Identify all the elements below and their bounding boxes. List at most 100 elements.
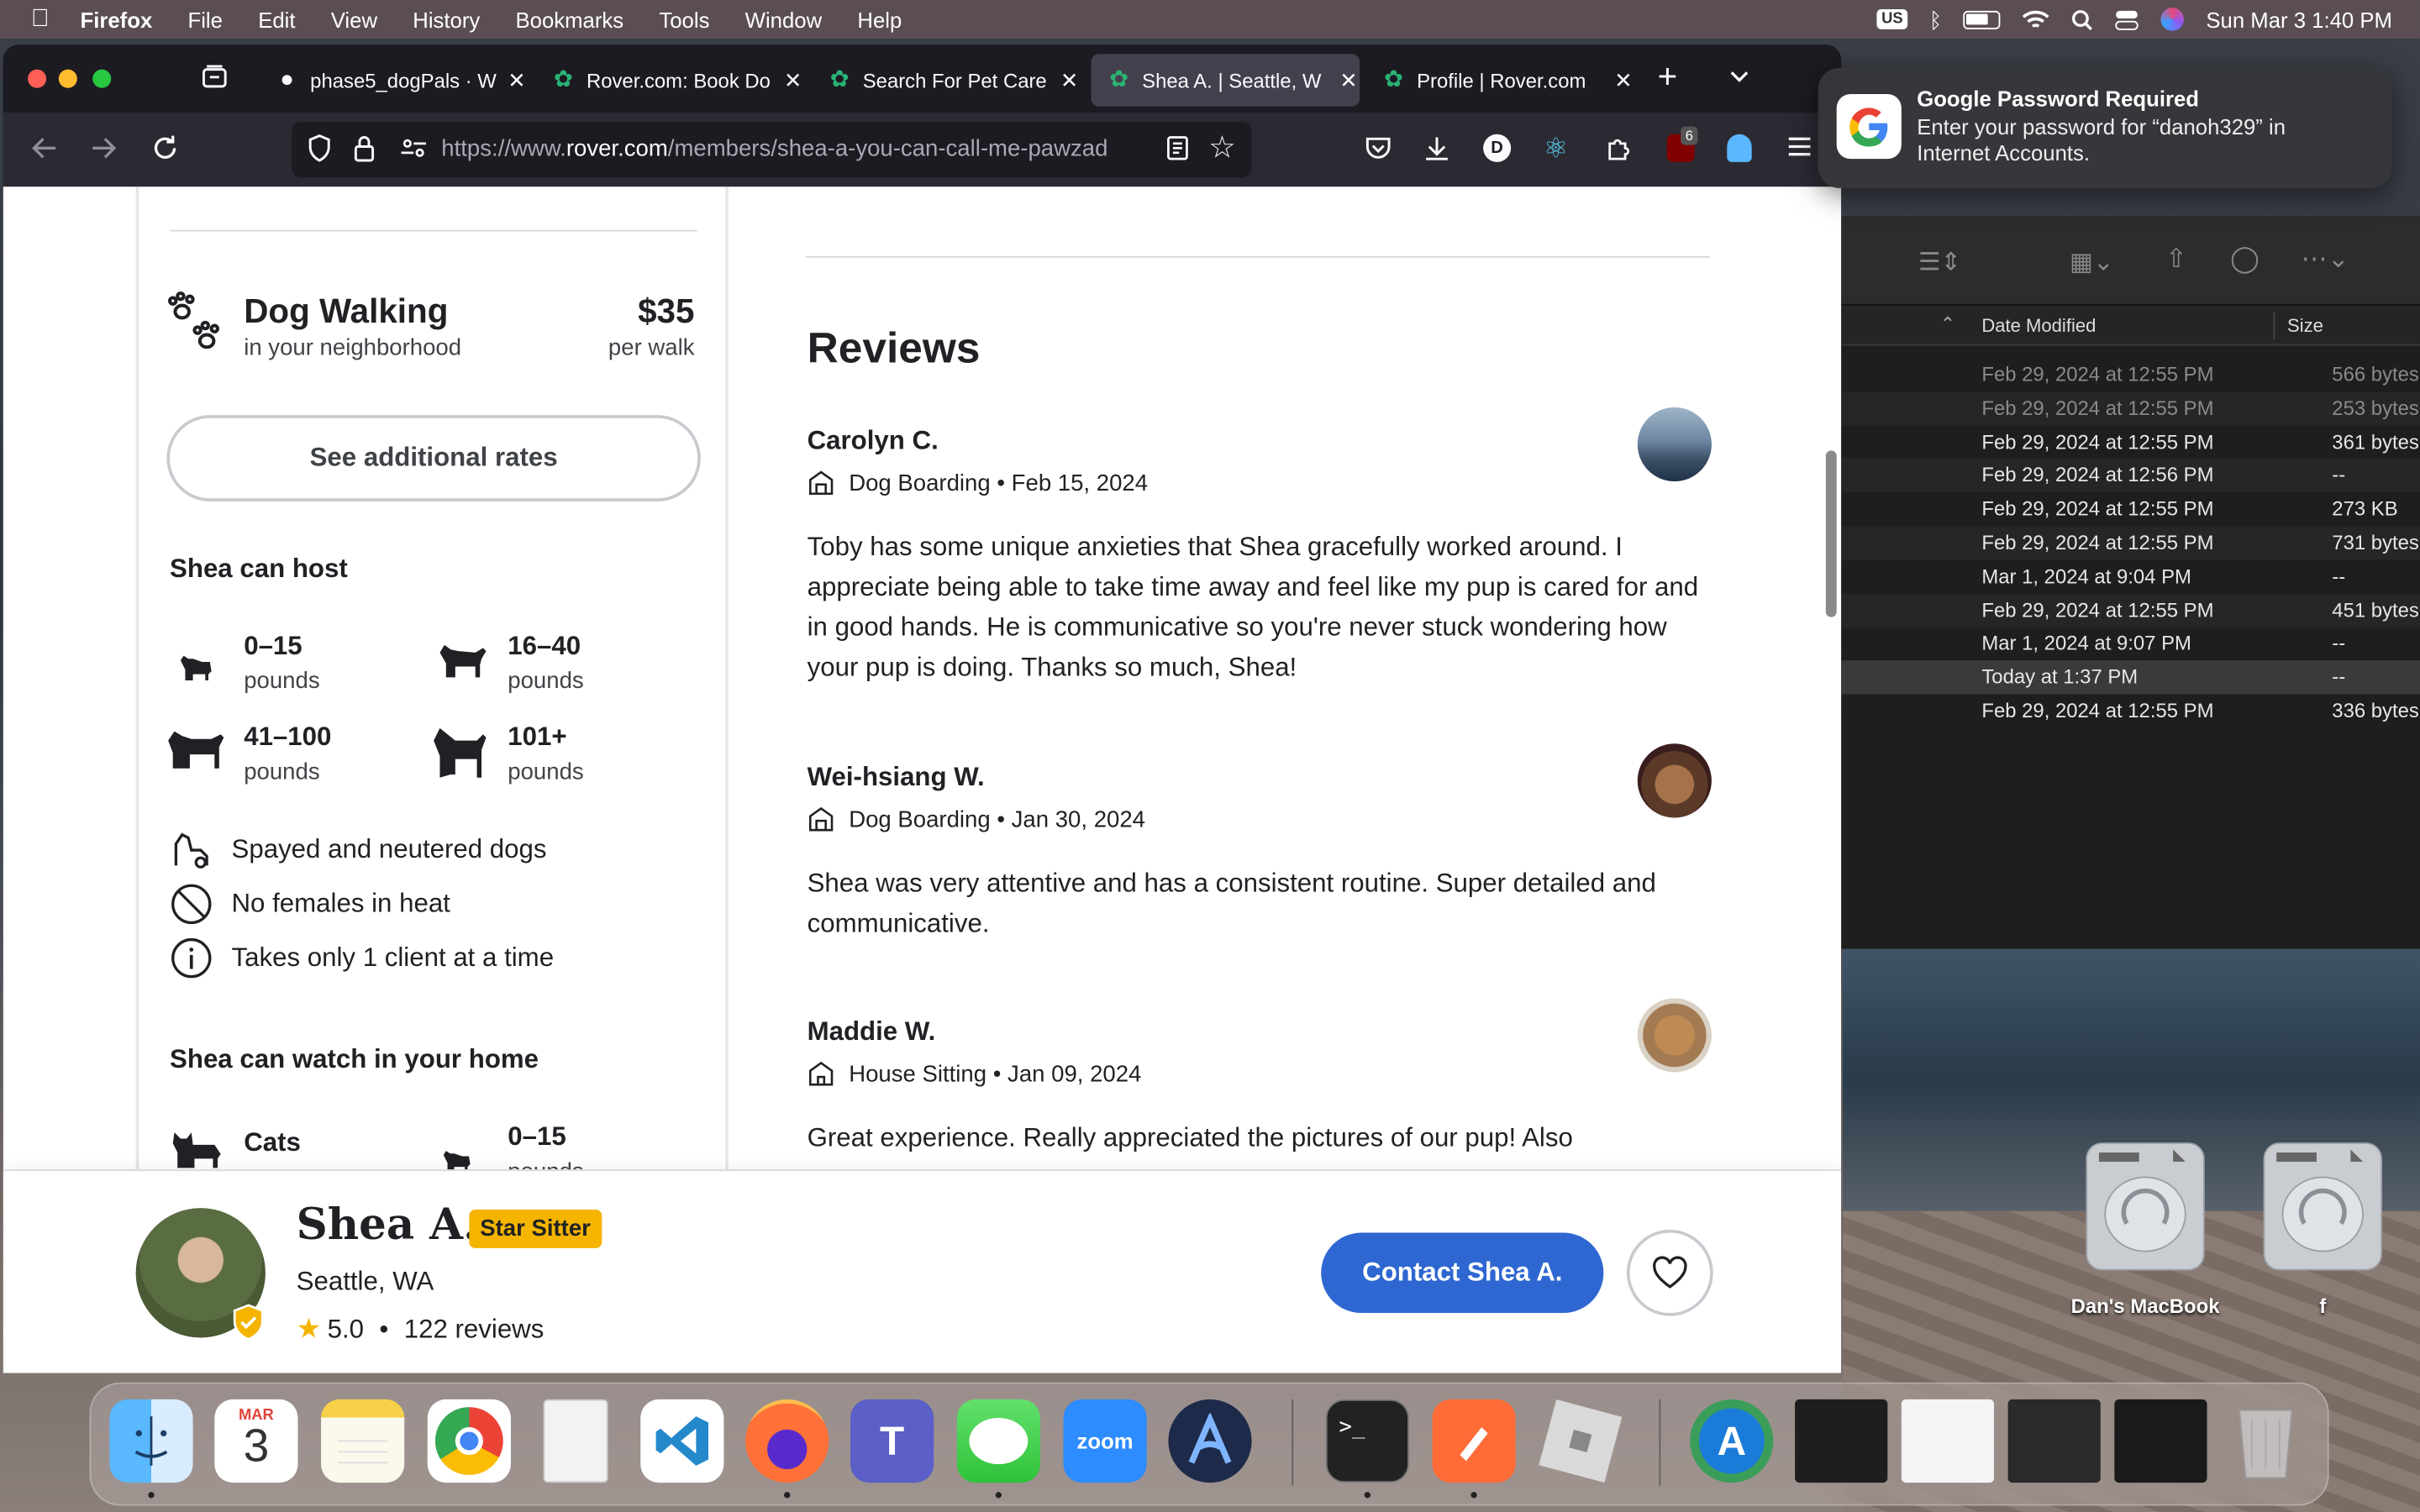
ghost-extension-icon[interactable] (1727, 134, 1752, 162)
siri-icon[interactable] (2161, 8, 2185, 31)
column-date-modified[interactable]: Date Modified (1981, 315, 2096, 337)
window-minimize-button[interactable] (58, 69, 77, 88)
url-bar[interactable]: https://www.rover.com/members/shea-a-you… (292, 122, 1252, 178)
disk-icon-f[interactable] (2258, 1137, 2387, 1276)
dock-calendar[interactable]: MAR 3 (214, 1399, 298, 1483)
downloads-icon[interactable] (1423, 134, 1450, 162)
tab-rover-book[interactable]: ✿ Rover.com: Book Do ✕ (535, 54, 807, 106)
reviewer-avatar[interactable] (1637, 407, 1712, 482)
group-icon[interactable]: ▦⌄ (2070, 247, 2113, 278)
wifi-icon[interactable] (2023, 8, 2050, 30)
menu-tools[interactable]: Tools (659, 7, 709, 31)
dock-teams[interactable]: T (850, 1399, 934, 1483)
lock-icon[interactable] (354, 134, 376, 162)
finder-row[interactable]: Feb 29, 2024 at 12:55 PM 253 bytes (1841, 391, 2420, 426)
extensions-puzzle-icon[interactable] (1605, 134, 1633, 162)
firefox-view-icon[interactable] (201, 63, 229, 91)
finder-row[interactable]: Feb 29, 2024 at 12:55 PM 731 bytes (1841, 526, 2420, 560)
menu-window[interactable]: Window (745, 7, 822, 31)
dock-chrome[interactable] (427, 1399, 511, 1483)
reader-view-icon[interactable] (1165, 134, 1190, 162)
finder-row[interactable]: Feb 29, 2024 at 12:55 PM 273 KB (1841, 492, 2420, 526)
bluetooth-icon[interactable]: ᛒ (1929, 7, 1942, 31)
dock-trash[interactable] (2224, 1399, 2307, 1483)
spotlight-icon[interactable] (2072, 8, 2094, 30)
finder-row[interactable]: Today at 1:37 PM -- (1841, 660, 2420, 695)
menu-file[interactable]: File (188, 7, 223, 31)
tab-shea-profile[interactable]: ✿ Shea A. | Seattle, W ✕ (1091, 54, 1360, 107)
page-scrollbar-thumb[interactable] (1825, 450, 1837, 617)
menu-edit[interactable]: Edit (258, 7, 295, 31)
reviewer-avatar[interactable] (1637, 743, 1712, 818)
back-icon[interactable] (31, 134, 59, 162)
menu-view[interactable]: View (331, 7, 377, 31)
dock-terminal[interactable]: >_ (1325, 1399, 1409, 1483)
dock-preview-document[interactable] (534, 1399, 618, 1483)
menu-bookmarks[interactable]: Bookmarks (516, 7, 624, 31)
dock-zoom[interactable]: zoom (1063, 1399, 1147, 1483)
finder-row[interactable]: Feb 29, 2024 at 12:55 PM 336 bytes (1841, 695, 2420, 728)
tab-close-icon[interactable]: ✕ (1060, 67, 1079, 93)
see-additional-rates-button[interactable]: See additional rates (166, 415, 701, 501)
disk-icon-macbook[interactable] (2081, 1137, 2210, 1276)
dock-finder[interactable] (109, 1399, 193, 1483)
menubar-clock[interactable]: Sun Mar 3 1:40 PM (2206, 7, 2392, 31)
dock-minimized-window-2[interactable] (1901, 1399, 1995, 1483)
tracking-protection-shield-icon[interactable] (308, 134, 332, 162)
new-tab-icon[interactable]: + (1658, 60, 1678, 93)
tab-close-icon[interactable]: ✕ (784, 67, 802, 93)
dock-minimized-window-4[interactable] (2114, 1399, 2207, 1483)
forward-icon[interactable] (90, 134, 118, 162)
google-password-notification[interactable]: Google Password Required Enter your pass… (1818, 67, 2392, 189)
dock-minimized-window-1[interactable] (1795, 1399, 1888, 1483)
contact-sitter-button[interactable]: Contact Shea A. (1321, 1232, 1604, 1314)
control-center-icon[interactable] (2115, 8, 2139, 30)
dock-notes[interactable] (321, 1399, 405, 1483)
menu-app-name[interactable]: Firefox (81, 7, 153, 31)
tag-icon[interactable]: ◯ (2230, 244, 2260, 275)
dock-messages[interactable] (956, 1399, 1040, 1483)
tab-close-icon[interactable]: ✕ (1614, 67, 1633, 93)
dock-xcode-folder[interactable]: A (1690, 1399, 1774, 1483)
window-zoom-button[interactable] (92, 69, 112, 88)
sort-chevron-icon[interactable]: ⌃ (1940, 313, 1955, 335)
dock-postman[interactable] (1432, 1399, 1516, 1483)
more-actions-icon[interactable]: ⋯⌄ (2302, 244, 2349, 275)
finder-row[interactable]: Feb 29, 2024 at 12:55 PM 566 bytes (1841, 358, 2420, 391)
window-close-button[interactable] (28, 69, 47, 88)
tab-rover-profile[interactable]: ✿ Profile | Rover.com ✕ (1366, 54, 1638, 106)
menu-help[interactable]: Help (857, 7, 902, 31)
pocket-icon[interactable] (1365, 134, 1392, 162)
battery-icon[interactable] (1964, 9, 2002, 29)
menu-history[interactable]: History (413, 7, 480, 31)
list-all-tabs-icon[interactable] (1727, 63, 1751, 87)
reviewer-avatar[interactable] (1637, 998, 1712, 1073)
extension-d-icon[interactable]: D (1483, 134, 1512, 162)
dock-roblox[interactable] (1539, 1399, 1623, 1483)
finder-row[interactable]: Mar 1, 2024 at 9:04 PM -- (1841, 559, 2420, 593)
react-devtools-icon[interactable]: ⚛ (1544, 133, 1569, 164)
dock-minimized-window-3[interactable] (2007, 1399, 2101, 1483)
tab-close-icon[interactable]: ✕ (1339, 67, 1358, 93)
app-menu-icon[interactable] (1787, 134, 1812, 159)
apple-menu-icon[interactable]:  (31, 5, 50, 33)
finder-row[interactable]: Mar 1, 2024 at 9:07 PM -- (1841, 627, 2420, 660)
favorite-button[interactable] (1626, 1229, 1713, 1316)
tab-search-pet-care[interactable]: ✿ Search For Pet Care ✕ (812, 54, 1083, 106)
finder-row[interactable]: Feb 29, 2024 at 12:55 PM 451 bytes (1841, 593, 2420, 627)
list-view-icon[interactable]: ☰⇕ (1918, 247, 1961, 278)
tab-phase5-dogpals[interactable]: ● phase5_dogPals · W ✕ (260, 54, 531, 106)
bookmark-star-icon[interactable]: ☆ (1208, 133, 1236, 164)
dock-firefox[interactable] (745, 1399, 829, 1483)
share-icon[interactable]: ⇧ (2165, 244, 2187, 275)
url-text[interactable]: https://www.rover.com/members/shea-a-you… (441, 136, 1151, 162)
column-size[interactable]: Size (2287, 315, 2323, 337)
finder-row[interactable]: Feb 29, 2024 at 12:55 PM 361 bytes (1841, 425, 2420, 459)
permissions-icon[interactable] (400, 134, 428, 162)
input-source-icon[interactable]: US (1876, 9, 1908, 29)
dock-arc[interactable] (1168, 1399, 1252, 1483)
dock-vscode[interactable] (640, 1399, 724, 1483)
reload-icon[interactable] (151, 134, 179, 162)
finder-row[interactable]: Feb 29, 2024 at 12:56 PM -- (1841, 459, 2420, 493)
tab-close-icon[interactable]: ✕ (508, 67, 526, 93)
